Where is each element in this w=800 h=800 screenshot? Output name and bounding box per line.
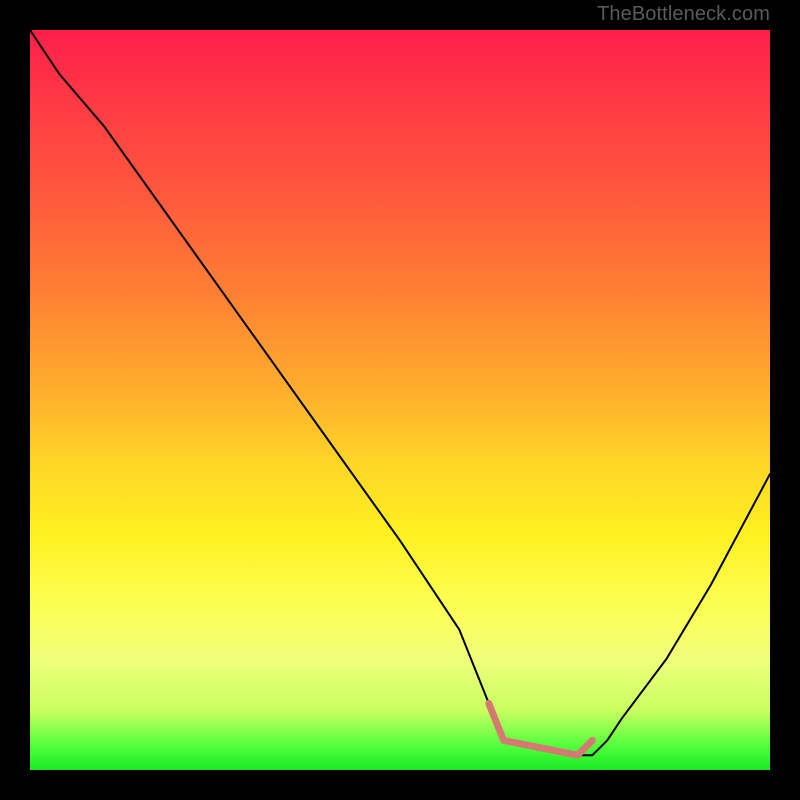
plot-area (30, 30, 770, 770)
curve-svg (30, 30, 770, 770)
flat-minimum-path (489, 703, 593, 755)
watermark-label: TheBottleneck.com (597, 3, 770, 26)
chart-frame: TheBottleneck.com (0, 0, 800, 800)
bottleneck-curve-path (30, 30, 770, 755)
